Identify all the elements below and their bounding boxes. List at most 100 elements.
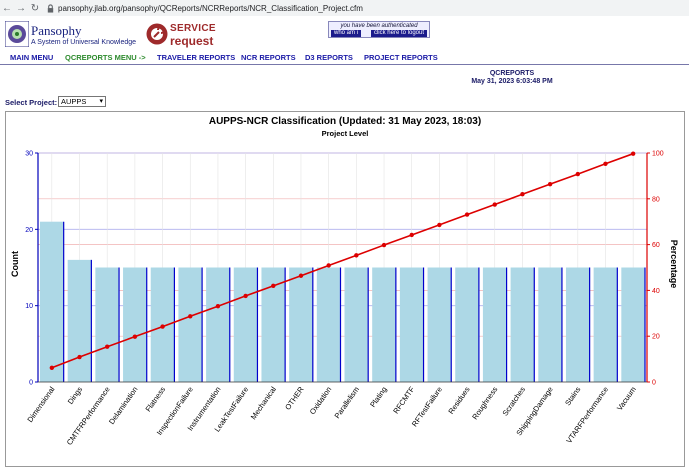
cumulative-point[interactable]	[520, 192, 525, 197]
bar[interactable]	[123, 267, 147, 383]
y2-tick-label: 80	[652, 196, 660, 203]
bar[interactable]	[233, 267, 258, 383]
bar[interactable]	[565, 267, 590, 383]
y2-tick-label: 20	[652, 334, 660, 341]
who-am-i-button[interactable]: who am i	[331, 30, 362, 37]
x-tick-label: Dings	[66, 385, 85, 406]
bar[interactable]	[67, 259, 92, 382]
cumulative-point[interactable]	[381, 242, 387, 248]
cumulative-point[interactable]	[49, 365, 55, 371]
bar[interactable]	[482, 267, 507, 383]
logout-button[interactable]: click here to logout	[370, 30, 427, 37]
cumulative-point[interactable]	[215, 304, 221, 309]
y-tick-label: 10	[25, 303, 33, 310]
cumulative-point[interactable]	[271, 283, 276, 289]
bar[interactable]	[510, 267, 535, 383]
menu-divider	[0, 64, 689, 65]
report-timestamp: May 31, 2023 6:03:48 PM	[471, 78, 553, 85]
bar[interactable]	[399, 267, 424, 383]
main-menu-bar: MAIN MENU QCREPORTS MENU -> TRAVELER REP…	[0, 52, 689, 64]
cumulative-point[interactable]	[160, 324, 165, 329]
x-tick-label: Parallelism	[333, 385, 361, 420]
chart-panel: AUPPS-NCR Classification (Updated: 31 Ma…	[5, 111, 685, 467]
y2-axis-label: Percentage	[669, 240, 679, 289]
report-title: QCREPORTS	[489, 70, 535, 77]
bar[interactable]	[455, 267, 479, 383]
pansophy-logo-icon[interactable]	[5, 21, 29, 47]
menu-item-d3-reports[interactable]: D3 REPORTS	[305, 53, 353, 62]
chart-subtitle: Project Level	[322, 129, 369, 138]
bar[interactable]	[206, 267, 230, 383]
cumulative-point[interactable]	[77, 354, 82, 360]
cumulative-point[interactable]	[243, 293, 248, 299]
x-tick-label: Roughness	[470, 385, 499, 421]
x-tick-label: Dimensional	[25, 385, 56, 424]
bar[interactable]	[372, 267, 396, 383]
project-select-label: Select Project:	[5, 98, 58, 107]
address-bar[interactable]: pansophy.jlab.org/pansophy/QCReports/NCR…	[46, 4, 363, 13]
bar[interactable]	[621, 267, 645, 383]
menu-item-traveler-reports[interactable]: TRAVELER REPORTS	[157, 53, 235, 62]
service-request-icon[interactable]	[146, 23, 168, 45]
x-tick-label: Delamination	[107, 385, 139, 426]
x-tick-label: OTHER	[283, 385, 306, 412]
x-tick-label: Plating	[368, 385, 389, 409]
x-tick-label: Oxidation	[308, 385, 334, 416]
y-tick-label: 30	[25, 151, 33, 158]
project-select-value: AUPPS	[61, 97, 87, 106]
menu-item-qcreports[interactable]: QCREPORTS MENU ->	[65, 53, 146, 62]
bar[interactable]	[178, 267, 203, 383]
cumulative-point[interactable]	[188, 314, 193, 319]
x-tick-label: RFCMTF	[391, 385, 416, 416]
cumulative-point[interactable]	[409, 232, 414, 238]
chevron-down-icon: ▾	[99, 98, 103, 105]
bar[interactable]	[538, 267, 562, 383]
x-tick-label: Flatness	[144, 385, 168, 414]
bar[interactable]	[593, 267, 618, 383]
cumulative-point[interactable]	[105, 344, 110, 349]
cumulative-point[interactable]	[630, 151, 636, 156]
cumulative-point[interactable]	[464, 212, 470, 217]
x-tick-label: Scratches	[501, 385, 528, 418]
menu-item-main-menu[interactable]: MAIN MENU	[10, 53, 53, 62]
bar[interactable]	[289, 267, 313, 383]
menu-item-project-reports[interactable]: PROJECT REPORTS	[364, 53, 438, 62]
chart-title: AUPPS-NCR Classification (Updated: 31 Ma…	[209, 116, 481, 127]
service-label[interactable]: SERVICE	[170, 23, 216, 34]
x-tick-label: Mechanical	[249, 385, 278, 422]
y2-tick-label: 40	[652, 288, 660, 295]
bar[interactable]	[427, 267, 452, 383]
x-tick-label: Vacuum	[615, 385, 638, 412]
lock-icon	[47, 3, 54, 13]
cumulative-point[interactable]	[326, 263, 331, 268]
y-axis-label: Count	[10, 251, 20, 277]
reload-icon[interactable]: ↻	[28, 3, 42, 14]
bar[interactable]	[95, 267, 120, 383]
cumulative-point[interactable]	[492, 202, 497, 207]
y-tick-label: 20	[25, 227, 33, 234]
auth-status-text: you have been authenticated	[340, 23, 418, 29]
bar[interactable]	[40, 221, 64, 382]
request-label[interactable]: request	[170, 34, 213, 48]
menu-item-ncr-reports[interactable]: NCR REPORTS	[241, 53, 296, 62]
y-tick-label: 0	[29, 380, 33, 387]
cumulative-point[interactable]	[298, 273, 304, 278]
logo-subtitle: A System of Universal Knowledge	[31, 39, 137, 46]
forward-arrow-icon[interactable]: →	[14, 3, 28, 14]
project-select[interactable]: AUPPS ▾	[58, 96, 106, 107]
auth-panel: you have been authenticated who am i cli…	[328, 21, 430, 38]
cumulative-point[interactable]	[603, 161, 608, 166]
y2-tick-label: 0	[652, 380, 656, 387]
cumulative-point[interactable]	[575, 171, 580, 177]
pareto-chart: AUPPS-NCR Classification (Updated: 31 Ma…	[10, 116, 679, 447]
y2-tick-label: 100	[652, 151, 664, 158]
cumulative-point[interactable]	[437, 222, 442, 228]
bar[interactable]	[316, 267, 341, 383]
site-header: Pansophy A System of Universal Knowledge…	[0, 18, 689, 52]
bar[interactable]	[344, 267, 369, 383]
back-arrow-icon[interactable]: ←	[0, 3, 14, 14]
cumulative-point[interactable]	[354, 253, 359, 258]
cumulative-point[interactable]	[547, 181, 553, 187]
x-tick-label: Residues	[446, 385, 471, 416]
cumulative-point[interactable]	[132, 334, 138, 339]
